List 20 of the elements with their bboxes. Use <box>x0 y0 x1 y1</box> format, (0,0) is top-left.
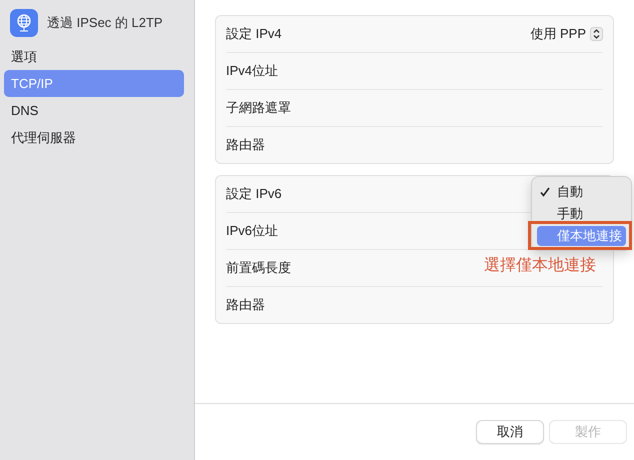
field-label: 前置碼長度 <box>226 259 291 277</box>
menu-item[interactable]: 自動 <box>537 182 626 202</box>
field-label: 子網路遮罩 <box>226 99 291 117</box>
popup-button[interactable]: 使用 PPP <box>530 25 603 43</box>
sidebar-item[interactable]: 選項 <box>4 43 184 70</box>
field-label: 路由器 <box>226 136 265 154</box>
sidebar-item[interactable]: 代理伺服器 <box>4 124 184 151</box>
checkmark-icon <box>540 187 550 197</box>
annotation-text: 選擇僅本地連接 <box>484 256 596 276</box>
field-label: 設定 IPv4 <box>226 25 282 43</box>
sidebar-item[interactable]: DNS <box>4 97 184 124</box>
field-label: IPv6位址 <box>226 222 278 240</box>
menu-item[interactable]: 手動 <box>537 204 626 224</box>
stepper-chevron-icon <box>590 27 603 41</box>
cancel-button[interactable]: 取消 <box>476 420 544 444</box>
field-label: IPv4位址 <box>226 62 278 80</box>
field-label: 路由器 <box>226 296 265 314</box>
connection-title: 透過 IPSec 的 L2TP <box>47 14 163 32</box>
network-globe-icon <box>10 9 38 37</box>
field-label: 設定 IPv6 <box>226 185 282 203</box>
